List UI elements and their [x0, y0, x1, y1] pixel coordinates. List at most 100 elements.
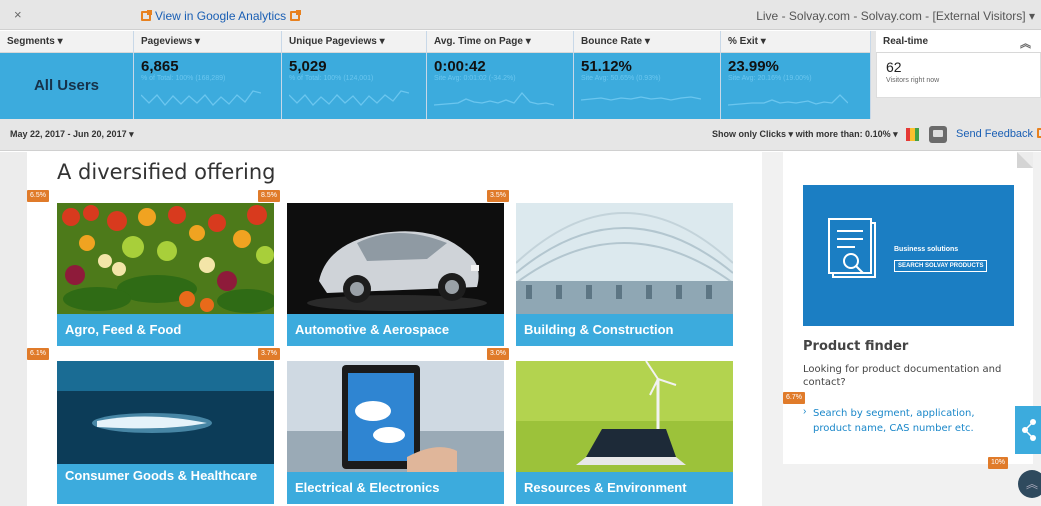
metric-dropdown[interactable]: % Exit ▾	[721, 31, 870, 53]
tile-consumer-goods-healthcare[interactable]: Consumer Goods & Healthcare	[57, 361, 274, 504]
metric-label: Pageviews	[141, 36, 193, 47]
tile-building-construction[interactable]: Building & Construction	[516, 203, 733, 346]
metric-cell: 51.12% Site Avg: 50.65% (0.93%)	[574, 53, 720, 119]
tile-label: Building & Construction	[516, 314, 733, 346]
click-percent-badge: 10%	[988, 457, 1009, 469]
date-filter-bar: May 22, 2017 - Jun 20, 2017 ▾ Show only …	[0, 119, 1041, 151]
realtime-count: 62	[886, 59, 902, 75]
promo-title: Business solutions	[894, 246, 959, 253]
main-content: A diversified offering Agro, Feed & Food…	[27, 152, 762, 506]
tile-electrical-electronics[interactable]: Electrical & Electronics	[287, 361, 504, 504]
page-heading: A diversified offering	[57, 160, 276, 184]
promo-button-label: SEARCH SOLVAY PRODUCTS	[894, 260, 988, 272]
metric-value: 23.99%	[728, 58, 779, 75]
metric-label: Avg. Time on Page	[434, 36, 523, 47]
send-feedback-link[interactable]: Send Feedback	[956, 128, 1041, 140]
external-link-icon	[1037, 128, 1041, 138]
metric-subtext: Site Avg: 20.16% (19.00%)	[728, 75, 812, 82]
metric-value: 0:00:42	[434, 58, 486, 75]
click-percent-badge: 3.5%	[487, 190, 509, 202]
property-title[interactable]: Live - Solvay.com - Solvay.com - [Extern…	[756, 9, 1035, 23]
metric-exit: % Exit ▾ 23.99% Site Avg: 20.16% (19.00%…	[721, 31, 871, 119]
heatmap-toggle-icon[interactable]	[906, 128, 919, 141]
realtime-panel: Real-time ︽ 62 Visitors right now	[876, 31, 1041, 119]
produce-market-image	[57, 203, 274, 314]
sparkline	[581, 96, 701, 101]
metric-cell: 23.99% Site Avg: 20.16% (19.00%)	[721, 53, 870, 119]
segments-dropdown[interactable]: Segments ▾	[0, 31, 133, 53]
metric-avg-time: Avg. Time on Page ▾ 0:00:42 Site Avg: 0:…	[427, 31, 574, 119]
metric-subtext: Site Avg: 0:01:02 (-34.2%)	[434, 75, 516, 82]
metric-pageviews: Pageviews ▾ 6,865 % of Total: 100% (168,…	[134, 31, 282, 119]
segments-label: Segments	[7, 36, 55, 47]
tile-label: Consumer Goods & Healthcare	[57, 464, 274, 504]
metric-subtext: % of Total: 100% (124,001)	[289, 75, 374, 82]
tile-label: Agro, Feed & Food	[57, 314, 274, 346]
click-percent-badge: 3.7%	[258, 348, 280, 360]
tile-label: Automotive & Aerospace	[287, 314, 504, 346]
sparkline	[728, 94, 848, 106]
segment-cell: All Users	[0, 53, 133, 119]
website-preview: A diversified offering Agro, Feed & Food…	[0, 152, 1041, 506]
threshold-text: with more than: 0.10%	[795, 129, 891, 139]
click-percent-badge: 6.5%	[27, 190, 49, 202]
click-percent-badge: 6.1%	[27, 348, 49, 360]
tile-automotive-aerospace[interactable]: Automotive & Aerospace	[287, 203, 504, 346]
click-filter[interactable]: Show only Clicks ▾ with more than: 0.10%…	[712, 129, 898, 140]
tile-label: Resources & Environment	[516, 472, 733, 504]
view-in-ga-label: View in Google Analytics	[155, 9, 287, 23]
wind-solar-image	[516, 361, 733, 472]
back-to-top-icon[interactable]: ︽	[1018, 470, 1041, 498]
metric-value: 5,029	[289, 58, 327, 75]
date-range-text: May 22, 2017 - Jun 20, 2017	[10, 129, 127, 139]
product-finder-panel: Business solutions SEARCH SOLVAY PRODUCT…	[783, 152, 1033, 469]
metric-dropdown[interactable]: Avg. Time on Page ▾	[427, 31, 573, 53]
tile-agro-feed-food[interactable]: Agro, Feed & Food	[57, 203, 274, 346]
concept-car-image	[287, 203, 504, 314]
realtime-body: 62 Visitors right now	[876, 53, 1041, 98]
ga-page-analytics-overlay: × View in Google Analytics Live - Solvay…	[0, 0, 1041, 506]
metric-value: 51.12%	[581, 58, 632, 75]
metric-cell: 0:00:42 Site Avg: 0:01:02 (-34.2%)	[427, 53, 573, 119]
comment-icon[interactable]	[929, 126, 947, 143]
collapse-chevron-icon[interactable]: ︽	[1020, 35, 1031, 51]
click-percent-badge: 3.0%	[487, 348, 509, 360]
share-button[interactable]	[1015, 406, 1041, 454]
metric-unique-pageviews: Unique Pageviews ▾ 5,029 % of Total: 100…	[282, 31, 427, 119]
metric-subtext: % of Total: 100% (168,289)	[141, 75, 226, 82]
sparkline	[289, 90, 409, 106]
tile-resources-environment[interactable]: Resources & Environment	[516, 361, 733, 504]
realtime-caption: Visitors right now	[886, 77, 940, 84]
metric-bounce-rate: Bounce Rate ▾ 51.12% Site Avg: 50.65% (0…	[574, 31, 721, 119]
date-range-dropdown[interactable]: May 22, 2017 - Jun 20, 2017 ▾	[10, 129, 134, 140]
tile-label: Electrical & Electronics	[287, 472, 504, 504]
product-search-banner[interactable]: Business solutions SEARCH SOLVAY PRODUCT…	[803, 185, 1014, 326]
chevron-right-icon: ›	[803, 406, 807, 417]
product-finder-title: Product finder	[803, 339, 909, 354]
terminal-building-image	[516, 203, 733, 314]
metric-dropdown[interactable]: Bounce Rate ▾	[574, 31, 720, 53]
metric-cell: 5,029 % of Total: 100% (124,001)	[282, 53, 426, 119]
tablet-sky-image	[287, 361, 504, 472]
view-in-ga-link[interactable]: View in Google Analytics	[137, 9, 304, 23]
document-search-icon	[803, 185, 1014, 326]
metric-label: Unique Pageviews	[289, 36, 377, 47]
segment-value: All Users	[33, 77, 100, 94]
segments-column: Segments ▾ All Users	[0, 31, 134, 119]
external-link-icon	[290, 10, 302, 21]
realtime-header: Real-time ︽	[876, 31, 1041, 53]
metrics-band: Segments ▾ All Users Pageviews ▾ 6,865 %…	[0, 31, 1041, 119]
click-percent-badge: 6.7%	[783, 392, 805, 404]
analytics-toolbar: × View in Google Analytics Live - Solvay…	[0, 0, 1041, 30]
product-search-link[interactable]: Search by segment, application, product …	[813, 406, 1003, 436]
external-link-icon	[141, 10, 152, 21]
share-icon	[1022, 419, 1036, 441]
page-fold-decoration	[1017, 152, 1033, 168]
metric-dropdown[interactable]: Pageviews ▾	[134, 31, 281, 53]
metric-cell: 6,865 % of Total: 100% (168,289)	[134, 53, 281, 119]
close-icon[interactable]: ×	[14, 8, 22, 22]
property-title-text: Live - Solvay.com - Solvay.com - [Extern…	[756, 9, 1026, 23]
metric-label: % Exit	[728, 36, 759, 47]
metric-dropdown[interactable]: Unique Pageviews ▾	[282, 31, 426, 53]
metric-subtext: Site Avg: 50.65% (0.93%)	[581, 75, 661, 82]
